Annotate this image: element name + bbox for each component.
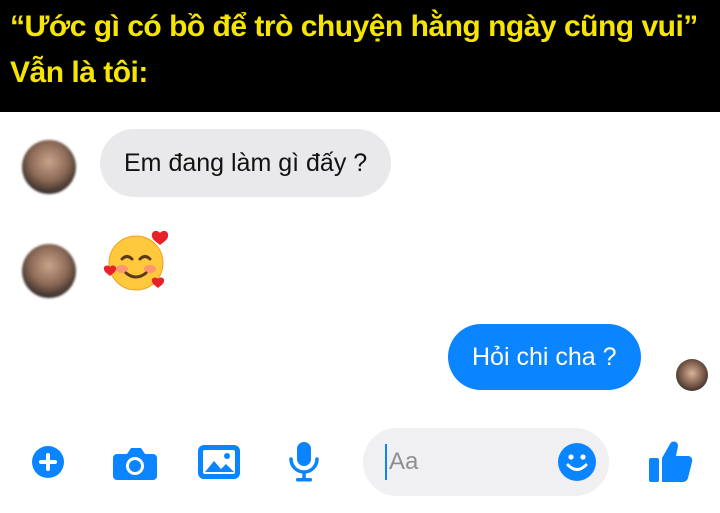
plus-circle-icon[interactable]	[31, 445, 65, 484]
camera-icon[interactable]	[111, 446, 159, 487]
thumbs-up-icon[interactable]	[648, 438, 694, 489]
outgoing-message-bubble[interactable]: Hỏi chi cha ?	[448, 324, 641, 390]
message-composer[interactable]	[363, 428, 609, 496]
smiling-face-with-hearts-icon[interactable]	[102, 229, 172, 298]
incoming-message-bubble[interactable]: Em đang làm gì đấy ?	[100, 129, 392, 197]
message-text: Em đang làm gì đấy ?	[124, 148, 368, 177]
chat-area: Em đang làm gì đấy ? Hỏi chi cha ?	[0, 112, 720, 513]
caption-line-2: Vẫn là tôi:	[10, 56, 148, 89]
meme-caption: “Ước gì có bồ để trò chuyện hằng ngày cũ…	[0, 0, 720, 112]
contact-avatar[interactable]	[22, 244, 76, 298]
smiley-icon[interactable]	[557, 442, 597, 487]
contact-avatar[interactable]	[22, 140, 76, 194]
read-receipt-avatar	[676, 359, 708, 391]
caption-line-1: “Ước gì có bồ để trò chuyện hằng ngày cũ…	[10, 10, 698, 43]
image-icon[interactable]	[197, 444, 241, 485]
text-caret	[385, 444, 387, 480]
microphone-icon[interactable]	[287, 441, 321, 488]
message-input[interactable]	[389, 442, 549, 482]
message-text: Hỏi chi cha ?	[472, 342, 617, 371]
